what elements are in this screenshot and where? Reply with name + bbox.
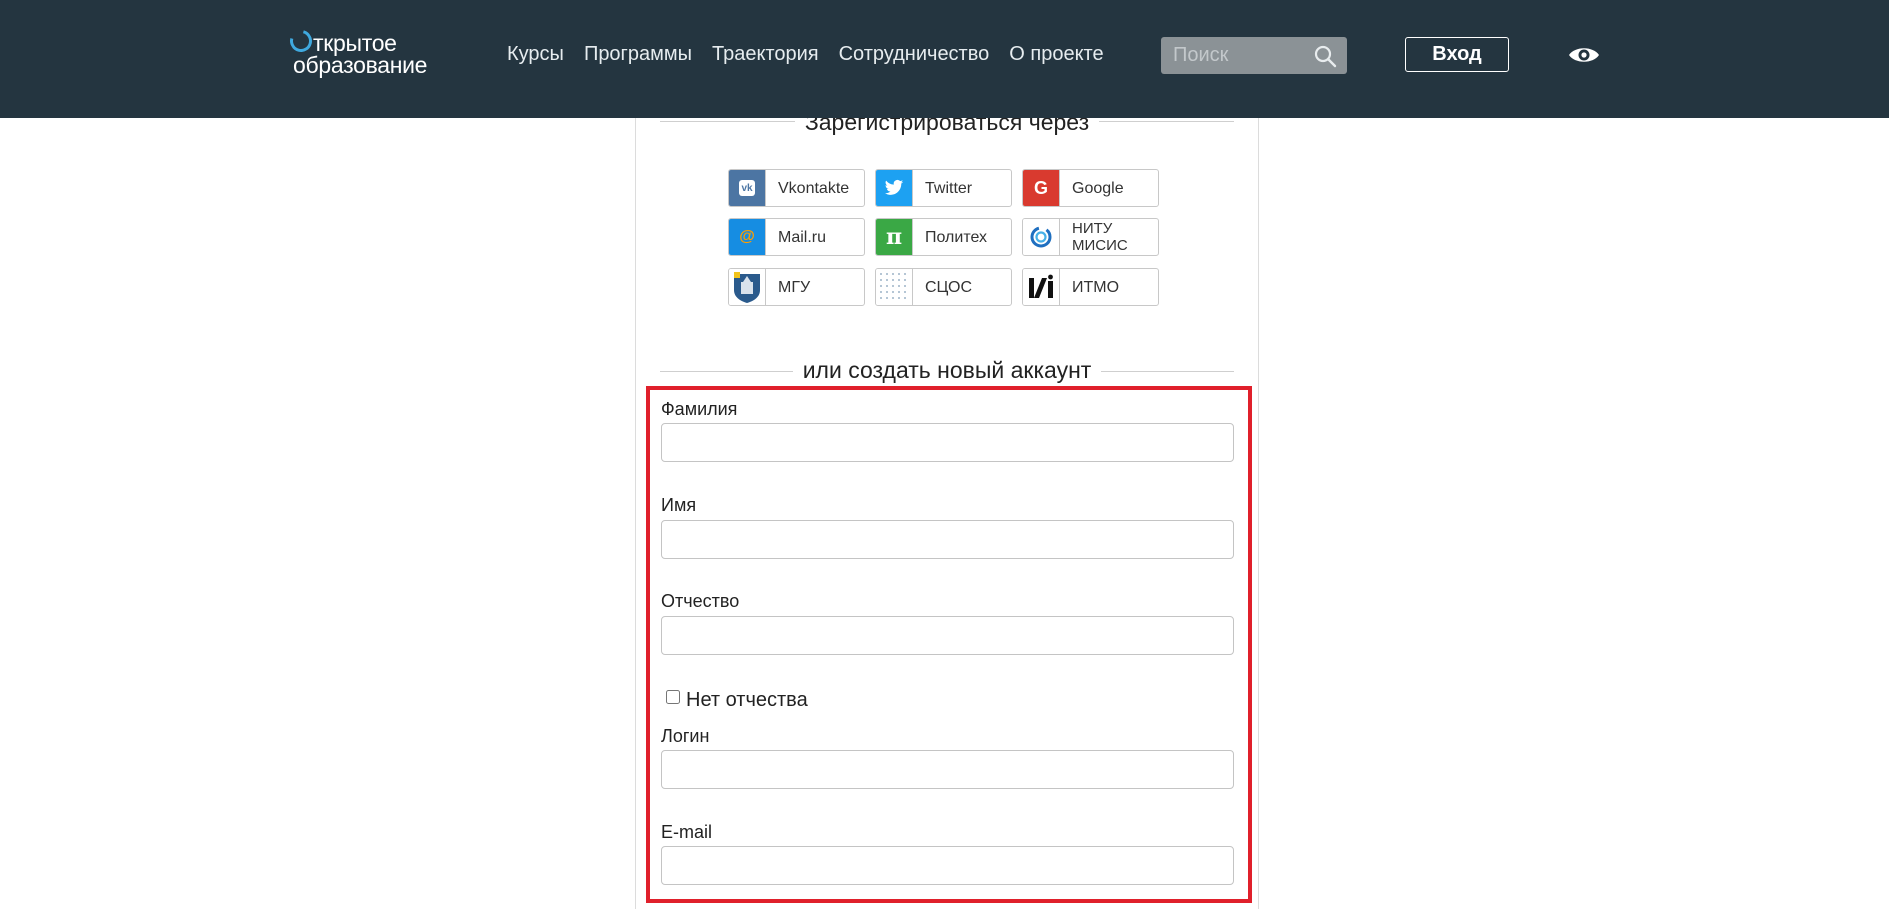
email-label: E-mail [661, 822, 713, 842]
social-button-misis[interactable]: НИТУ МИСИС [1022, 218, 1159, 256]
social-label: ИТМО [1072, 278, 1120, 296]
social-label: НИТУ МИСИС [1072, 220, 1128, 254]
patronymic-input[interactable] [661, 616, 1234, 655]
social-button-scos[interactable]: СЦОС [875, 268, 1012, 306]
site-header: ткрытое образование Курсы Программы Трае… [0, 0, 1889, 118]
msu-icon [729, 269, 766, 305]
social-label: Google [1072, 179, 1124, 197]
form-heading: или создать новый аккаунт [792, 357, 1102, 383]
login-input[interactable] [661, 750, 1234, 789]
search-input[interactable] [1161, 37, 1313, 74]
search-icon[interactable] [1313, 44, 1337, 68]
itmo-icon [1023, 269, 1060, 305]
mailru-icon: @ [729, 219, 766, 255]
last-name-label: Фамилия [661, 399, 738, 419]
polytech-icon: π [876, 219, 913, 255]
scos-icon [876, 269, 913, 305]
twitter-icon [876, 170, 913, 206]
social-button-mailru[interactable]: @ Mail.ru [728, 218, 865, 256]
login-label: Логин [661, 726, 710, 746]
search-box [1161, 37, 1347, 74]
social-button-msu[interactable]: МГУ [728, 268, 865, 306]
last-name-input[interactable] [661, 423, 1234, 462]
social-button-twitter[interactable]: Twitter [875, 169, 1012, 207]
vk-icon: vk [729, 170, 766, 206]
patronymic-label: Отчество [661, 591, 740, 611]
google-icon: G [1023, 170, 1060, 206]
social-label: Twitter [925, 179, 973, 197]
main-nav: Курсы Программы Траектория Сотрудничеств… [507, 43, 1104, 66]
no-patronymic-checkbox[interactable] [666, 690, 680, 704]
login-button[interactable]: Вход [1405, 37, 1509, 72]
social-label: Vkontakte [778, 179, 850, 197]
logo-line-2: образование [293, 52, 428, 78]
nav-programs[interactable]: Программы [584, 43, 692, 66]
social-button-google[interactable]: G Google [1022, 169, 1159, 207]
social-label: Mail.ru [778, 228, 827, 246]
social-label: Политех [925, 228, 988, 246]
accessibility-eye-icon[interactable] [1568, 45, 1600, 65]
social-divider: Зарегистрироваться через [660, 109, 1234, 135]
social-button-itmo[interactable]: ИТМО [1022, 268, 1159, 306]
misis-icon [1023, 219, 1060, 255]
nav-about[interactable]: О проекте [1009, 43, 1103, 66]
form-divider: или создать новый аккаунт [660, 357, 1234, 383]
nav-trajectory[interactable]: Траектория [712, 43, 819, 66]
first-name-input[interactable] [661, 520, 1234, 559]
social-label: СЦОС [925, 278, 973, 296]
social-label: МГУ [778, 278, 811, 296]
nav-cooperation[interactable]: Сотрудничество [839, 43, 990, 66]
social-button-vkontakte[interactable]: vk Vkontakte [728, 169, 865, 207]
site-logo[interactable]: ткрытое образование [285, 25, 428, 78]
no-patronymic-label[interactable]: Нет отчества [686, 689, 808, 712]
email-input[interactable] [661, 846, 1234, 885]
first-name-label: Имя [661, 495, 697, 515]
nav-courses[interactable]: Курсы [507, 43, 564, 66]
social-button-polytech[interactable]: π Политех [875, 218, 1012, 256]
